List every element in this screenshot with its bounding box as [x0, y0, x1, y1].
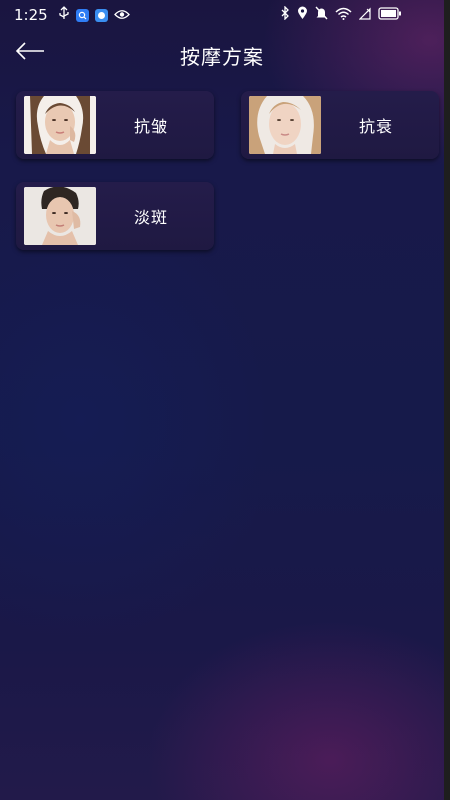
plan-card-anti-wrinkle[interactable]: 抗皱	[16, 91, 214, 159]
page-title: 按摩方案	[180, 44, 264, 69]
battery-icon	[378, 6, 402, 24]
plan-image-anti-wrinkle	[24, 96, 96, 154]
app-badge-chat-icon	[94, 8, 108, 22]
header: 按摩方案	[0, 30, 444, 80]
status-bar: 1:25	[0, 0, 444, 30]
arrow-left-icon	[14, 40, 46, 66]
app-badge-search-icon	[75, 8, 89, 22]
status-time: 1:25	[14, 6, 48, 24]
plan-image-anti-aging	[249, 96, 321, 154]
plan-card-anti-aging[interactable]: 抗衰	[241, 91, 439, 159]
signal-icon	[358, 6, 371, 24]
plan-label-anti-aging: 抗衰	[359, 117, 394, 136]
usb-icon	[58, 6, 70, 24]
status-right	[281, 5, 402, 24]
eye-icon	[113, 6, 130, 24]
right-edge-strip	[444, 0, 450, 800]
mute-icon	[315, 6, 328, 24]
back-button[interactable]	[12, 38, 48, 68]
wifi-icon	[335, 6, 352, 24]
location-icon	[297, 6, 308, 24]
plan-card-spot-lightening[interactable]: 淡斑	[16, 182, 214, 250]
plan-label-spot-lightening: 淡斑	[134, 208, 169, 227]
plan-label-anti-wrinkle: 抗皱	[134, 117, 169, 136]
bluetooth-icon	[281, 5, 290, 24]
status-left: 1:25	[14, 6, 130, 24]
plan-image-spot-lightening	[24, 187, 96, 245]
screen: 1:25 按摩方案 抗皱 抗衰 淡斑	[0, 0, 450, 800]
